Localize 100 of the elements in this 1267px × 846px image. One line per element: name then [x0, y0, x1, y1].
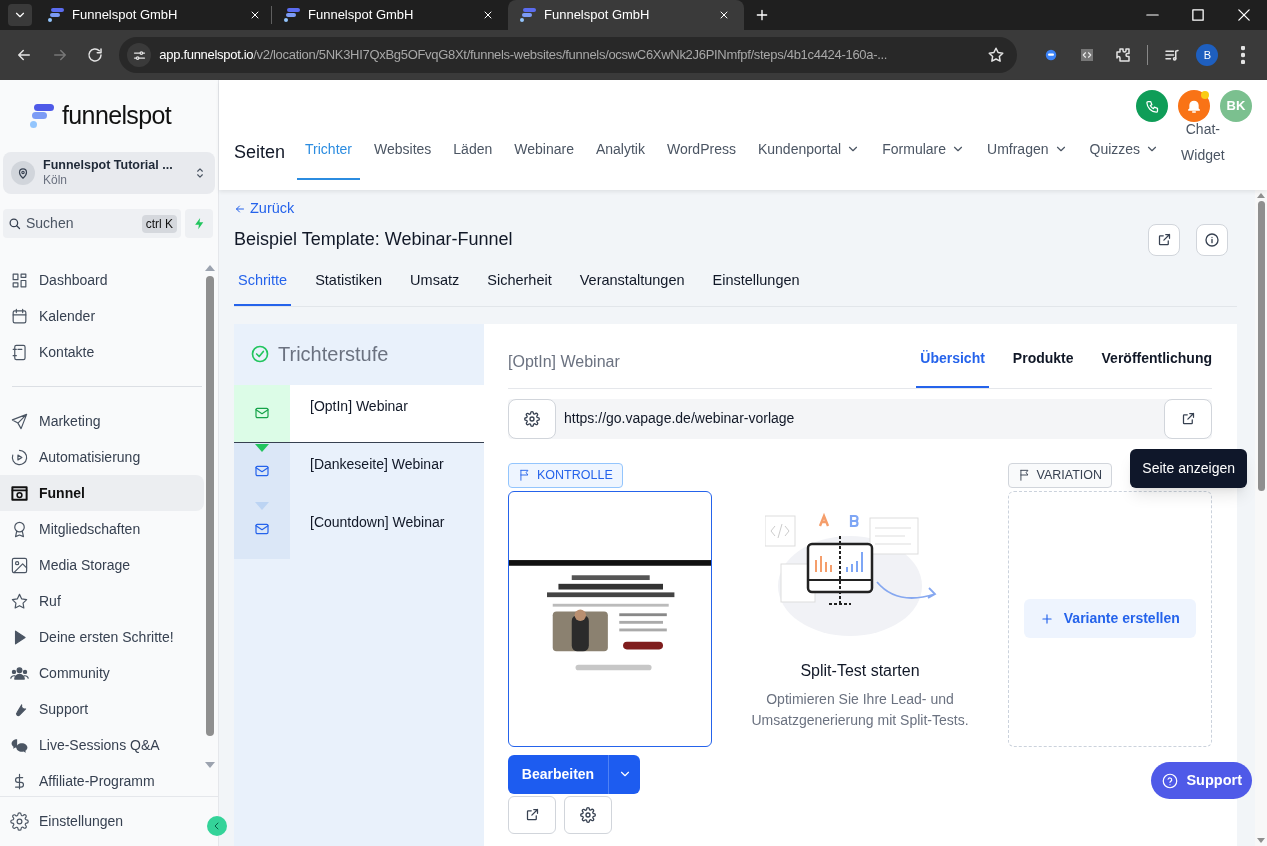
nav-tab[interactable]: Quizzes — [1081, 132, 1168, 180]
sidebar-item[interactable]: Funnel — [0, 475, 204, 511]
scrollbar-thumb[interactable] — [206, 276, 214, 736]
sidebar-item[interactable]: Ruf — [0, 583, 204, 619]
browser-tab[interactable]: Funnelspot GmbH — [272, 0, 508, 30]
close-icon — [249, 9, 261, 21]
flag-icon — [1017, 468, 1032, 482]
play-circle-icon — [10, 447, 29, 467]
check-circle-icon — [250, 344, 270, 364]
section-title: Seiten — [234, 140, 286, 164]
nav-tab[interactable]: Formulare — [874, 132, 974, 180]
phone-icon — [1144, 98, 1160, 114]
detail-tab[interactable]: Übersicht — [916, 347, 989, 388]
nav-tab[interactable]: Analytik — [587, 132, 653, 180]
sidebar-item[interactable]: Community — [0, 655, 204, 691]
scrollbar-thumb[interactable] — [1257, 201, 1265, 491]
page-tab[interactable]: Schritte — [234, 269, 292, 306]
favicon-icon — [284, 8, 300, 22]
calendar-icon — [10, 306, 29, 326]
sidebar-item[interactable]: Dashboard — [0, 262, 204, 298]
close-icon — [718, 9, 730, 21]
nav-tab[interactable]: Kundenportal — [749, 132, 869, 180]
page-tab[interactable]: Veranstaltungen — [575, 269, 689, 306]
split-test-description: Optimieren Sie Ihre Lead- und Umsatzgenerierung mit Split-Tests. — [750, 689, 970, 730]
info-button[interactable] — [1196, 223, 1228, 256]
nav-tab[interactable]: Trichter — [297, 132, 360, 180]
settings-icon — [524, 410, 540, 427]
send-icon — [10, 411, 29, 431]
sidebar-item[interactable]: Kalender — [0, 298, 204, 334]
star-icon[interactable] — [987, 46, 1006, 64]
browser-tab[interactable]: Funnelspot GmbH — [508, 0, 744, 30]
account-switcher[interactable]: Funnelspot Tutorial ... Köln — [3, 152, 215, 194]
notifications-button[interactable] — [1178, 90, 1210, 122]
sidebar-item[interactable]: Marketing — [0, 403, 204, 439]
sidebar-item[interactable]: Automatisierung — [0, 439, 204, 475]
sidebar-item[interactable]: Affiliate-Programm — [0, 763, 204, 796]
open-external-button[interactable] — [1148, 223, 1180, 256]
page-tab[interactable]: Statistiken — [311, 269, 387, 306]
search-icon — [7, 216, 22, 231]
funnel-step[interactable]: [OptIn] Webinar — [234, 384, 484, 443]
help-circle-icon — [1161, 771, 1180, 790]
plus-icon — [1039, 611, 1054, 626]
more-vertical-icon — [1241, 46, 1246, 64]
funnel-step[interactable]: [Dankeseite] Webinar — [234, 442, 484, 501]
arrow-left-icon — [234, 202, 246, 215]
panel-heading: Trichterstufe — [278, 342, 389, 367]
detail-tab[interactable]: Veröffentlichung — [1097, 347, 1216, 388]
create-variant-button[interactable]: Variante erstellen — [1023, 599, 1196, 638]
reload-icon — [86, 46, 105, 64]
external-link-icon — [1180, 411, 1196, 426]
page-title: Beispiel Template: Webinar-Funnel — [234, 228, 513, 252]
nav-tab[interactable]: Läden — [445, 132, 501, 180]
split-test-heading: Split-Test starten — [800, 660, 920, 681]
tooltip: Seite anzeigen — [1130, 448, 1247, 488]
plus-icon — [754, 7, 770, 23]
star-icon — [10, 591, 29, 611]
image-icon — [10, 555, 29, 575]
nav-tab[interactable]: Webinare — [506, 132, 582, 180]
back-link[interactable]: Zurück — [234, 198, 295, 220]
location-pin-icon — [16, 166, 30, 180]
detail-tab[interactable]: Produkte — [1008, 347, 1078, 388]
edit-button[interactable]: Bearbeiten — [508, 754, 608, 794]
open-page-button[interactable] — [1164, 398, 1212, 439]
shortcut-key: ctrl K — [141, 214, 177, 233]
page-tab[interactable]: Einstellungen — [708, 269, 804, 306]
sidebar-item[interactable]: Support — [0, 691, 204, 727]
edit-options-button[interactable] — [608, 754, 640, 794]
page-tab[interactable]: Sicherheit — [483, 269, 556, 306]
nav-tab[interactable]: WordPress — [658, 132, 744, 180]
external-link-icon — [1156, 232, 1172, 248]
nav-tab[interactable]: Websites — [366, 132, 440, 180]
nav-tab[interactable]: Umfragen — [979, 132, 1076, 180]
settings-button[interactable] — [508, 398, 556, 439]
favicon-icon — [48, 8, 64, 22]
page-tab[interactable]: Umsatz — [406, 269, 464, 306]
favicon-icon — [520, 8, 536, 22]
site-settings-button[interactable] — [127, 43, 152, 67]
settings-icon — [580, 806, 596, 823]
tab-list-button[interactable] — [8, 4, 32, 26]
maximize-icon — [1192, 9, 1204, 21]
flag-icon — [518, 468, 532, 482]
support-button[interactable]: Support — [1151, 762, 1252, 799]
close-icon — [1238, 9, 1250, 21]
scroll-down-arrow[interactable] — [1257, 838, 1265, 843]
search-field[interactable]: Suchen ctrl K — [3, 209, 181, 238]
address-field[interactable]: app.funnelspot.io/v2/location/5NK3HI7QxBg5OFvqG8Xt/funnels-websites/funnels/ocswC6XwNk2J6PINmfpf/steps/4b1c4424-160a-... — [119, 37, 1018, 73]
sidebar-item[interactable]: Mitgliedschaften — [0, 511, 204, 547]
browser-tab[interactable]: Funnelspot GmbH — [36, 0, 272, 30]
step-title: [OptIn] Webinar — [508, 351, 620, 372]
browser-window-icon — [10, 483, 29, 503]
settings-button[interactable] — [564, 795, 612, 834]
sidebar-item[interactable]: Deine ersten Schritte! — [0, 619, 204, 655]
phone-button[interactable] — [1136, 90, 1168, 122]
variation-badge: VARIATION — [1007, 462, 1113, 488]
sidebar-item[interactable]: Live-Sessions Q&A — [0, 727, 204, 763]
sidebar-item[interactable]: Kontakte — [0, 334, 204, 370]
notebook-icon — [10, 342, 29, 362]
sidebar-item[interactable]: Media Storage — [0, 547, 204, 583]
profile-avatar[interactable]: B — [1196, 44, 1219, 66]
funnel-step[interactable]: [Countdown] Webinar — [234, 500, 484, 559]
